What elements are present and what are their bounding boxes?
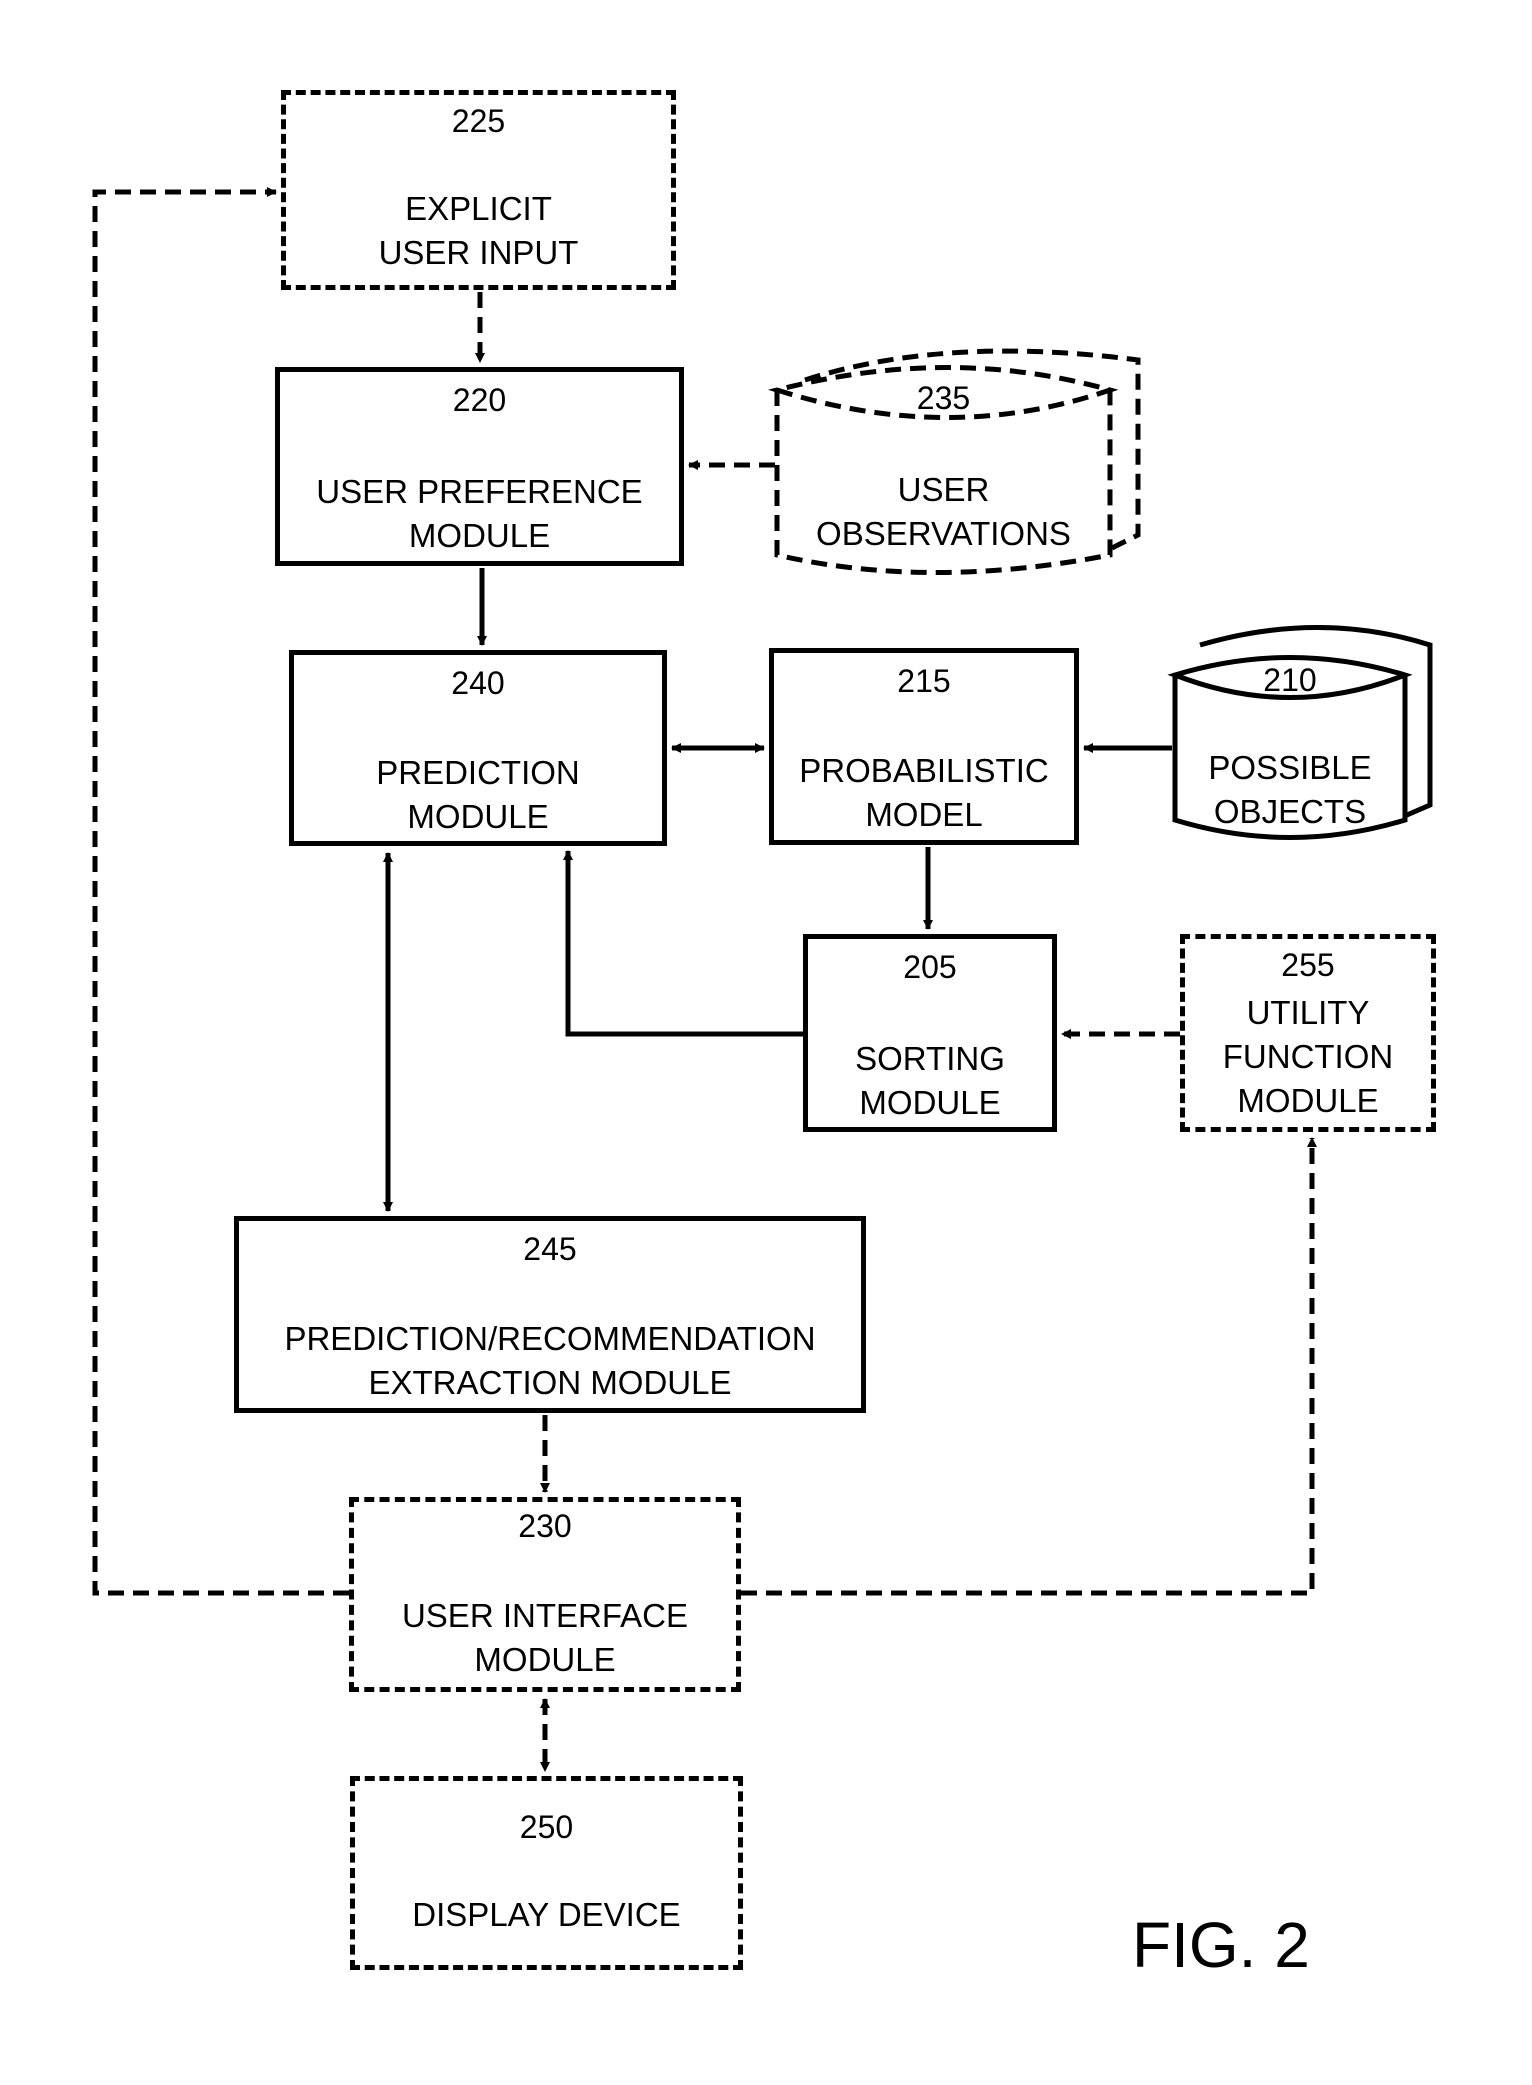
node-number: 225 [451,103,506,139]
node-235-user-observations[interactable]: 235 USER OBSERVATIONS [777,370,1110,570]
node-label-line2: MODULE [859,1084,1001,1121]
node-number: 210 [1263,662,1317,698]
node-label-line2: MODULE [407,798,549,835]
node-label-line1: UTILITY [1246,994,1370,1031]
node-number: 240 [451,665,505,701]
node-label-line2: FUNCTION [1222,1038,1394,1075]
node-number: 205 [903,949,957,985]
node-label-line2: MODEL [865,796,983,833]
node-number: 250 [519,1809,574,1845]
node-label-line1: EXPLICIT [405,190,552,227]
node-250-display-device[interactable]: 250 DISPLAY DEVICE [350,1776,743,1970]
node-number: 255 [1281,947,1335,983]
node-number: 245 [523,1231,577,1267]
node-215-probabilistic-model[interactable]: 215 PROBABILISTIC MODEL [769,648,1079,845]
node-label-line1: USER [897,471,990,508]
node-255-utility-function-module[interactable]: 255 UTILITY FUNCTION MODULE [1180,934,1436,1132]
node-label-line3: MODULE [1237,1082,1379,1119]
node-label-line1: PREDICTION [376,754,580,791]
node-240-prediction-module[interactable]: 240 PREDICTION MODULE [289,650,667,846]
node-label-line1: USER INTERFACE [401,1597,689,1634]
node-label-line2: MODULE [474,1641,616,1678]
node-label-line1: PREDICTION/RECOMMENDATION [284,1320,816,1357]
node-number: 220 [452,382,507,418]
node-label-line1: SORTING [855,1040,1005,1077]
node-225-explicit-user-input[interactable]: 225 EXPLICIT USER INPUT [281,90,676,290]
node-number: 230 [518,1508,572,1544]
node-number: 235 [916,380,971,416]
node-label-line1: DISPLAY DEVICE [412,1896,681,1933]
node-210-possible-objects[interactable]: 210 POSSIBLE OBJECTS [1175,650,1405,840]
node-label-line1: POSSIBLE [1208,749,1372,786]
edge-205-240 [563,850,806,1037]
node-205-sorting-module[interactable]: 205 SORTING MODULE [803,934,1057,1132]
node-label-line1: PROBABILISTIC [799,752,1049,789]
node-label-line2: USER INPUT [378,234,579,271]
figure-label: FIG. 2 [1132,1909,1310,1981]
node-245-prediction-recommendation-extraction-module[interactable]: 245 PREDICTION/RECOMMENDATION EXTRACTION… [234,1216,866,1413]
node-230-user-interface-module[interactable]: 230 USER INTERFACE MODULE [349,1497,741,1692]
node-number: 215 [897,663,951,699]
node-label-line2: OBSERVATIONS [816,515,1071,552]
node-label-line2: OBJECTS [1213,793,1367,830]
node-label-line2: MODULE [408,517,551,554]
node-220-user-preference-module[interactable]: 220 USER PREFERENCE MODULE [275,367,684,566]
node-label-line2: EXTRACTION MODULE [368,1364,732,1401]
node-label-line1: USER PREFERENCE [316,473,643,510]
